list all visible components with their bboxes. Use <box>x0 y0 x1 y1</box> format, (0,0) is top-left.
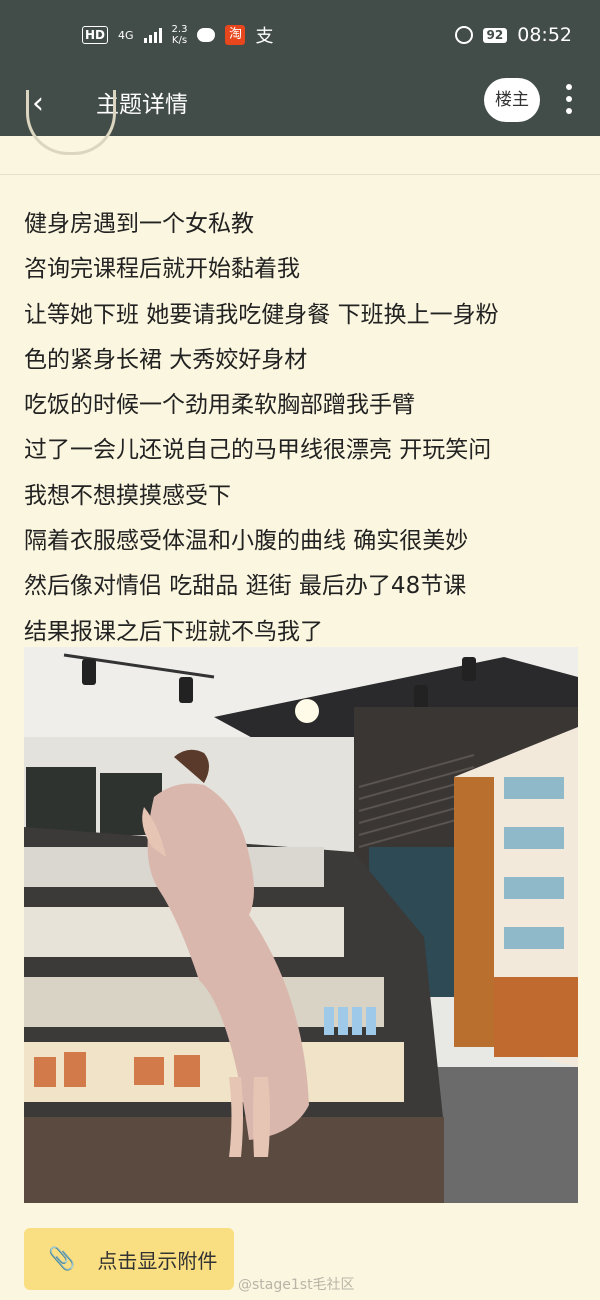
more-vertical-icon[interactable] <box>566 84 572 120</box>
show-attachment-button[interactable]: 📎 点击显示附件 <box>24 1228 234 1290</box>
taobao-icon: 淘 <box>225 25 246 45</box>
store-photo <box>24 647 578 1203</box>
avatar[interactable] <box>26 90 116 155</box>
paperclip-icon: 📎 <box>48 1246 76 1272</box>
post-body: 健身房遇到一个女私教 咨询完课程后就开始黏着我 让等她下班 她要请我吃健身餐 下… <box>24 202 584 655</box>
watermark: @stage1st毛社区 <box>238 1277 355 1293</box>
network-speed: 2.3 K/s <box>172 24 188 46</box>
signal-icon <box>143 27 162 43</box>
post-line: 让等她下班 她要请我吃健身餐 下班换上一身粉 <box>24 301 499 328</box>
network-speed-unit: K/s <box>171 35 188 46</box>
network-type: 4G <box>118 28 134 42</box>
attachment-label: 点击显示附件 <box>97 1248 218 1273</box>
status-time: 08:52 <box>517 24 572 46</box>
network-speed-value: 2.3 <box>171 24 188 35</box>
post-line: 咨询完课程后就开始黏着我 <box>24 256 300 283</box>
post-header <box>0 90 600 175</box>
post-line: 色的紧身长裙 大秀姣好身材 <box>24 346 308 373</box>
chat-icon <box>197 28 216 42</box>
status-left: HD 4G 2.3 K/s 淘 支 <box>82 22 273 48</box>
post-line: 健身房遇到一个女私教 <box>24 211 254 237</box>
post-line: 吃饭的时候一个劲用柔软胸部蹭我手臂 <box>24 392 415 419</box>
status-bar: HD 4G 2.3 K/s 淘 支 92 08:52 <box>0 0 600 76</box>
status-right: 92 08:52 <box>454 24 572 46</box>
post-line: 隔着衣服感受体温和小腹的曲线 确实很美妙 <box>24 528 469 555</box>
host-only-button[interactable]: 楼主 <box>484 78 540 122</box>
post-line: 我想不想摸摸感受下 <box>24 482 231 509</box>
post-line: 然后像对情侣 吃甜品 逛街 最后办了48节课 <box>24 573 467 600</box>
battery-icon: 92 <box>482 27 508 43</box>
post-line: 过了一会儿还说自己的马甲线很漂亮 开玩笑问 <box>24 437 492 464</box>
alarm-icon <box>454 26 473 44</box>
hd-icon: HD <box>82 26 109 44</box>
alipay-icon: 支 <box>255 26 274 47</box>
post-image[interactable] <box>24 647 578 1203</box>
